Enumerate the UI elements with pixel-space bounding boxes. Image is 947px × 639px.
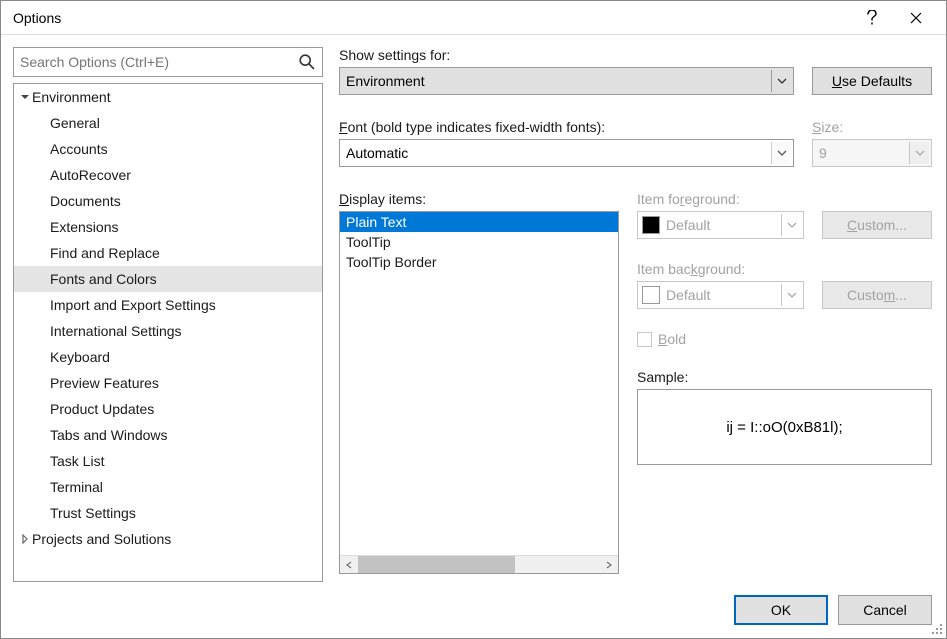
list-item[interactable]: ToolTip Border bbox=[340, 252, 618, 272]
chevron-down-icon bbox=[781, 214, 801, 236]
chevron-down-icon bbox=[771, 142, 791, 164]
tree-item-extensions[interactable]: Extensions bbox=[14, 214, 322, 240]
close-icon bbox=[910, 12, 922, 24]
sample-label: Sample: bbox=[637, 369, 932, 385]
search-box[interactable] bbox=[13, 47, 323, 77]
foreground-combo[interactable]: Default bbox=[637, 211, 804, 239]
font-size-row: Font (bold type indicates fixed-width fo… bbox=[339, 119, 932, 167]
options-dialog: Options Environment General bbox=[0, 0, 947, 639]
tree-item-projects-solutions[interactable]: Projects and Solutions bbox=[14, 526, 322, 552]
chevron-down-icon bbox=[771, 70, 791, 92]
checkbox-box bbox=[637, 332, 652, 347]
show-settings-combo[interactable]: Environment bbox=[339, 67, 794, 95]
size-combo[interactable]: 9 bbox=[812, 139, 932, 167]
cancel-button[interactable]: Cancel bbox=[838, 595, 932, 625]
tree-item-tabs-windows[interactable]: Tabs and Windows bbox=[14, 422, 322, 448]
tree-item-preview-features[interactable]: Preview Features bbox=[14, 370, 322, 396]
window-title: Options bbox=[9, 10, 850, 26]
show-settings-group: Show settings for: Environment Use Defau… bbox=[339, 47, 932, 95]
background-combo[interactable]: Default bbox=[637, 281, 804, 309]
bold-label: Bold bbox=[658, 331, 686, 347]
font-label: Font (bold type indicates fixed-width fo… bbox=[339, 119, 794, 135]
show-settings-label: Show settings for: bbox=[339, 47, 932, 63]
sample-text: ij = I::oO(0xB81l); bbox=[726, 419, 842, 436]
tree-item-terminal[interactable]: Terminal bbox=[14, 474, 322, 500]
expand-icon bbox=[18, 92, 32, 102]
tree-item-task-list[interactable]: Task List bbox=[14, 448, 322, 474]
sidebar: Environment General Accounts AutoRecover… bbox=[13, 47, 323, 582]
tree-item-fonts-colors[interactable]: Fonts and Colors bbox=[14, 266, 322, 292]
close-button[interactable] bbox=[894, 2, 938, 34]
custom-foreground-button[interactable]: Custom... bbox=[822, 211, 932, 239]
dialog-body: Environment General Accounts AutoRecover… bbox=[1, 35, 946, 582]
tree-item-accounts[interactable]: Accounts bbox=[14, 136, 322, 162]
sample-preview: ij = I::oO(0xB81l); bbox=[637, 389, 932, 465]
tree-item-general[interactable]: General bbox=[14, 110, 322, 136]
dialog-footer: OK Cancel bbox=[1, 582, 946, 638]
category-tree: Environment General Accounts AutoRecover… bbox=[13, 83, 323, 582]
tree-item-documents[interactable]: Documents bbox=[14, 188, 322, 214]
main-panel: Show settings for: Environment Use Defau… bbox=[339, 47, 938, 582]
collapse-icon bbox=[18, 534, 32, 544]
scroll-track[interactable] bbox=[358, 556, 600, 573]
tree-item-trust-settings[interactable]: Trust Settings bbox=[14, 500, 322, 526]
font-value: Automatic bbox=[346, 145, 408, 161]
scroll-thumb[interactable] bbox=[358, 556, 515, 573]
list-item[interactable]: Plain Text bbox=[340, 212, 618, 232]
use-defaults-button[interactable]: Use Defaults bbox=[812, 67, 932, 95]
horizontal-scrollbar[interactable] bbox=[340, 555, 618, 573]
font-combo[interactable]: Automatic bbox=[339, 139, 794, 167]
chevron-down-icon bbox=[909, 142, 929, 164]
tree-item-environment[interactable]: Environment bbox=[14, 84, 322, 110]
tree-item-find-replace[interactable]: Find and Replace bbox=[14, 240, 322, 266]
item-foreground-label: Item foreground: bbox=[637, 191, 932, 207]
tree-scroll[interactable]: Environment General Accounts AutoRecover… bbox=[14, 84, 322, 581]
help-button[interactable] bbox=[850, 2, 894, 34]
tree-item-autorecover[interactable]: AutoRecover bbox=[14, 162, 322, 188]
item-background-label: Item background: bbox=[637, 261, 932, 277]
size-value: 9 bbox=[819, 145, 827, 161]
search-icon bbox=[298, 53, 316, 74]
size-label: Size: bbox=[812, 119, 932, 135]
tree-item-product-updates[interactable]: Product Updates bbox=[14, 396, 322, 422]
titlebar: Options bbox=[1, 1, 946, 35]
display-items-listbox[interactable]: Plain Text ToolTip ToolTip Border bbox=[339, 211, 619, 574]
tree-item-international[interactable]: International Settings bbox=[14, 318, 322, 344]
question-icon bbox=[867, 10, 877, 26]
chevron-down-icon bbox=[781, 284, 801, 306]
tree-item-keyboard[interactable]: Keyboard bbox=[14, 344, 322, 370]
search-input[interactable] bbox=[14, 48, 322, 76]
resize-grip[interactable] bbox=[930, 622, 944, 636]
bold-checkbox[interactable]: Bold bbox=[637, 331, 932, 347]
list-item[interactable]: ToolTip bbox=[340, 232, 618, 252]
color-swatch bbox=[642, 216, 660, 234]
custom-background-button[interactable]: Custom... bbox=[822, 281, 932, 309]
scroll-left-icon[interactable] bbox=[340, 556, 358, 574]
display-items-label: Display items: bbox=[339, 191, 619, 207]
color-swatch bbox=[642, 286, 660, 304]
scroll-right-icon[interactable] bbox=[600, 556, 618, 574]
tree-item-import-export[interactable]: Import and Export Settings bbox=[14, 292, 322, 318]
ok-button[interactable]: OK bbox=[734, 595, 828, 625]
show-settings-value: Environment bbox=[346, 73, 425, 89]
